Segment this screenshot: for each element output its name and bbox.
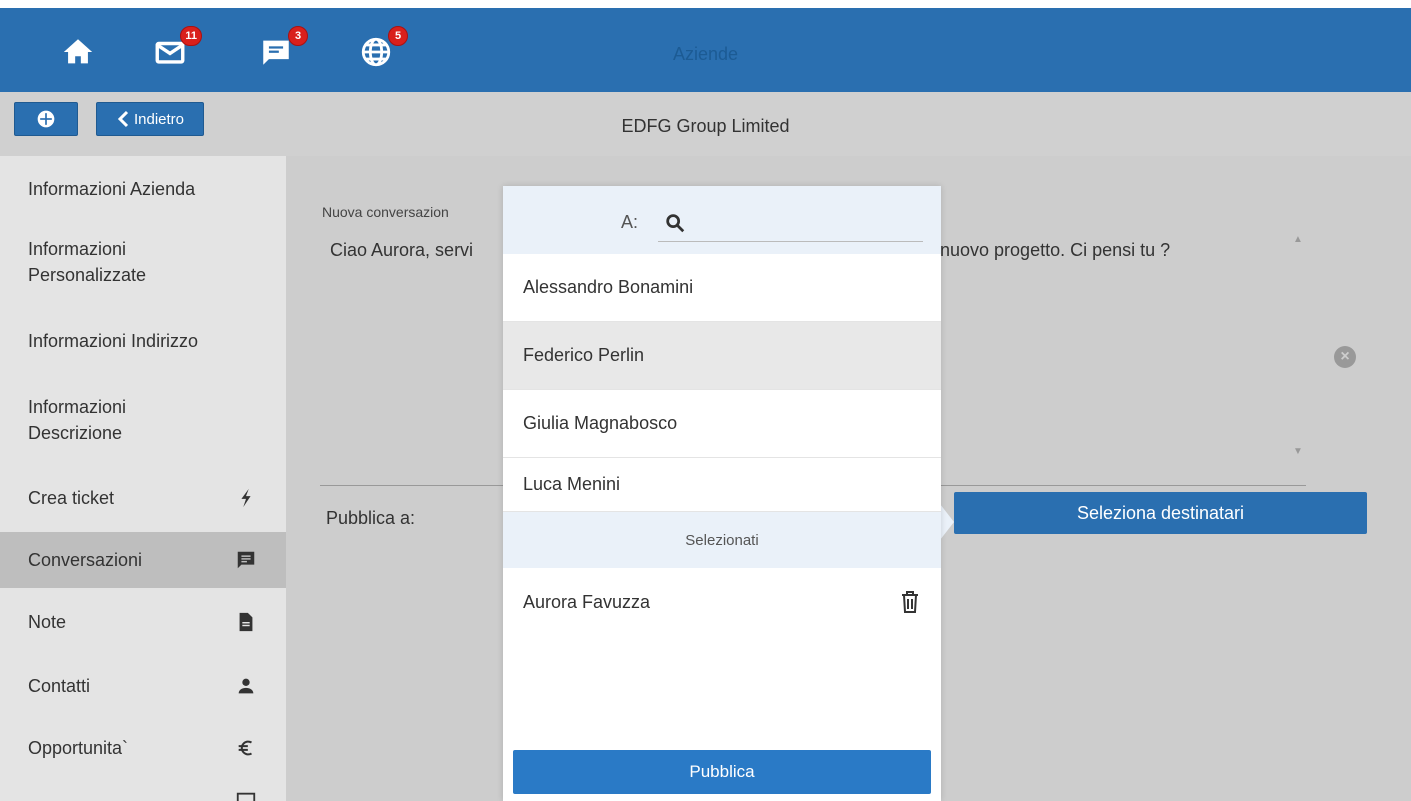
- sidebar-item-label: Contatti: [28, 676, 91, 696]
- sidebar-item-label: Opportunita`: [28, 738, 129, 758]
- scroll-up-arrow[interactable]: ▲: [1293, 234, 1303, 245]
- sidebar-item-label: Note: [28, 612, 67, 632]
- trash-icon[interactable]: [899, 589, 921, 615]
- chat-badge: 3: [288, 26, 308, 46]
- sidebar-item-label: Informazioni Azienda: [28, 179, 196, 199]
- clear-icon[interactable]: ×: [1334, 346, 1356, 368]
- lightning-icon: [234, 486, 258, 510]
- selected-header: Selezionati: [503, 512, 941, 568]
- recipients-popup: A: Alessandro Bonamini Federico Perlin G…: [503, 186, 941, 801]
- contact-item[interactable]: Luca Menini: [503, 458, 941, 512]
- chat-icon: [234, 548, 258, 572]
- person-icon: [234, 674, 258, 698]
- new-conversation-label: Nuova conversazion: [322, 204, 449, 220]
- sidebar-item-informazioni-indirizzo[interactable]: Informazioni Indirizzo: [0, 326, 286, 356]
- publish-button[interactable]: Pubblica: [513, 750, 931, 794]
- search-input[interactable]: [686, 207, 923, 238]
- sidebar-item-informazioni-descrizione[interactable]: Informazioni Descrizione: [0, 390, 286, 450]
- sidebar-item-informazioni-personalizzate[interactable]: Informazioni Personalizzate: [0, 232, 286, 292]
- publish-to-label: Pubblica a:: [326, 508, 416, 528]
- top-bar: 11 3 5 Aziende: [0, 0, 1411, 92]
- sidebar-item-partial[interactable]: [0, 786, 286, 801]
- app-title: Aziende: [672, 44, 739, 64]
- sub-bar: Indietro EDFG Group Limited: [0, 92, 1411, 156]
- select-recipients-button[interactable]: Seleziona destinatari: [954, 492, 1367, 534]
- selected-recipient-name: Aurora Favuzza: [523, 591, 651, 612]
- to-label: A:: [621, 212, 639, 232]
- sidebar-item-informazioni-azienda[interactable]: Informazioni Azienda: [0, 174, 286, 204]
- popup-header: A:: [503, 186, 941, 254]
- contact-item[interactable]: Federico Perlin: [503, 322, 941, 390]
- sidebar-item-label: Informazioni Indirizzo: [28, 331, 199, 351]
- sidebar-item-note[interactable]: Note: [0, 602, 286, 642]
- contact-item[interactable]: Alessandro Bonamini: [503, 254, 941, 322]
- message-text-left: Ciao Aurora, servi: [330, 240, 474, 260]
- sidebar-item-opportunita[interactable]: Opportunita`: [0, 728, 286, 768]
- sidebar-item-label: Conversazioni: [28, 550, 143, 570]
- search-icon: [666, 213, 685, 232]
- sidebar-item-label: Crea ticket: [28, 488, 115, 508]
- company-name: EDFG Group Limited: [621, 116, 790, 136]
- arrow-pointer: [940, 504, 954, 540]
- partial-icon: [234, 789, 258, 801]
- euro-icon: [234, 736, 258, 760]
- sidebar-item-conversazioni[interactable]: Conversazioni: [0, 532, 286, 588]
- message-text-right: nuovo progetto. Ci pensi tu ?: [940, 240, 1171, 260]
- sidebar-item-contatti[interactable]: Contatti: [0, 666, 286, 706]
- contact-item[interactable]: Giulia Magnabosco: [503, 390, 941, 458]
- sidebar-item-label: Informazioni Personalizzate: [28, 239, 147, 285]
- sidebar-item-label: Informazioni Descrizione: [28, 397, 127, 443]
- document-icon: [234, 610, 258, 634]
- sidebar: Informazioni Azienda Informazioni Person…: [0, 156, 286, 801]
- sidebar-item-crea-ticket[interactable]: Crea ticket: [0, 478, 286, 518]
- mail-badge: 11: [180, 26, 202, 46]
- scroll-down-arrow[interactable]: ▼: [1293, 446, 1303, 457]
- selected-recipient: Aurora Favuzza: [503, 568, 941, 636]
- globe-badge: 5: [388, 26, 408, 46]
- search-box: [658, 204, 923, 242]
